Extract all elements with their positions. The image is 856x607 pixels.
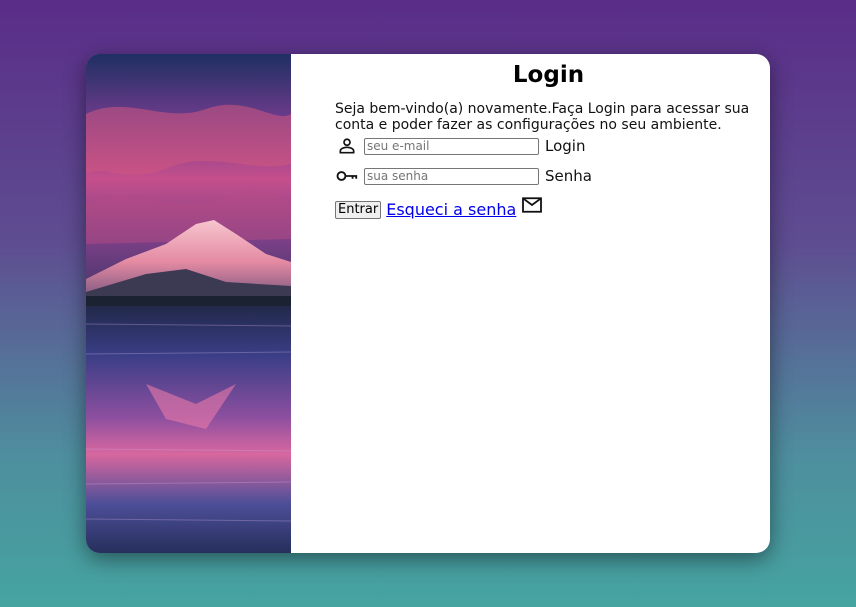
mail-icon [520,193,544,217]
mountain-lake-photo [86,54,291,553]
password-label: Senha [545,167,592,185]
email-field[interactable] [364,137,539,155]
email-row: Login [335,134,585,158]
actions-row: Entrar Esqueci a senha [335,194,544,219]
email-label: Login [545,137,586,155]
password-row: Senha [335,164,592,188]
intro-text: Seja bem-vindo(a) novamente.Faça Login p… [335,101,750,133]
submit-button[interactable]: Entrar [335,200,382,219]
forgot-password-link[interactable]: Esqueci a senha [386,200,516,219]
mountain-lake-illustration [86,54,291,553]
key-icon [335,164,359,188]
person-icon [335,134,359,158]
login-card: Login Seja bem-vindo(a) novamente.Faça L… [86,54,770,553]
page-title: Login [512,62,585,88]
login-form-panel: Login Seja bem-vindo(a) novamente.Faça L… [335,54,762,553]
password-field[interactable] [364,167,539,185]
